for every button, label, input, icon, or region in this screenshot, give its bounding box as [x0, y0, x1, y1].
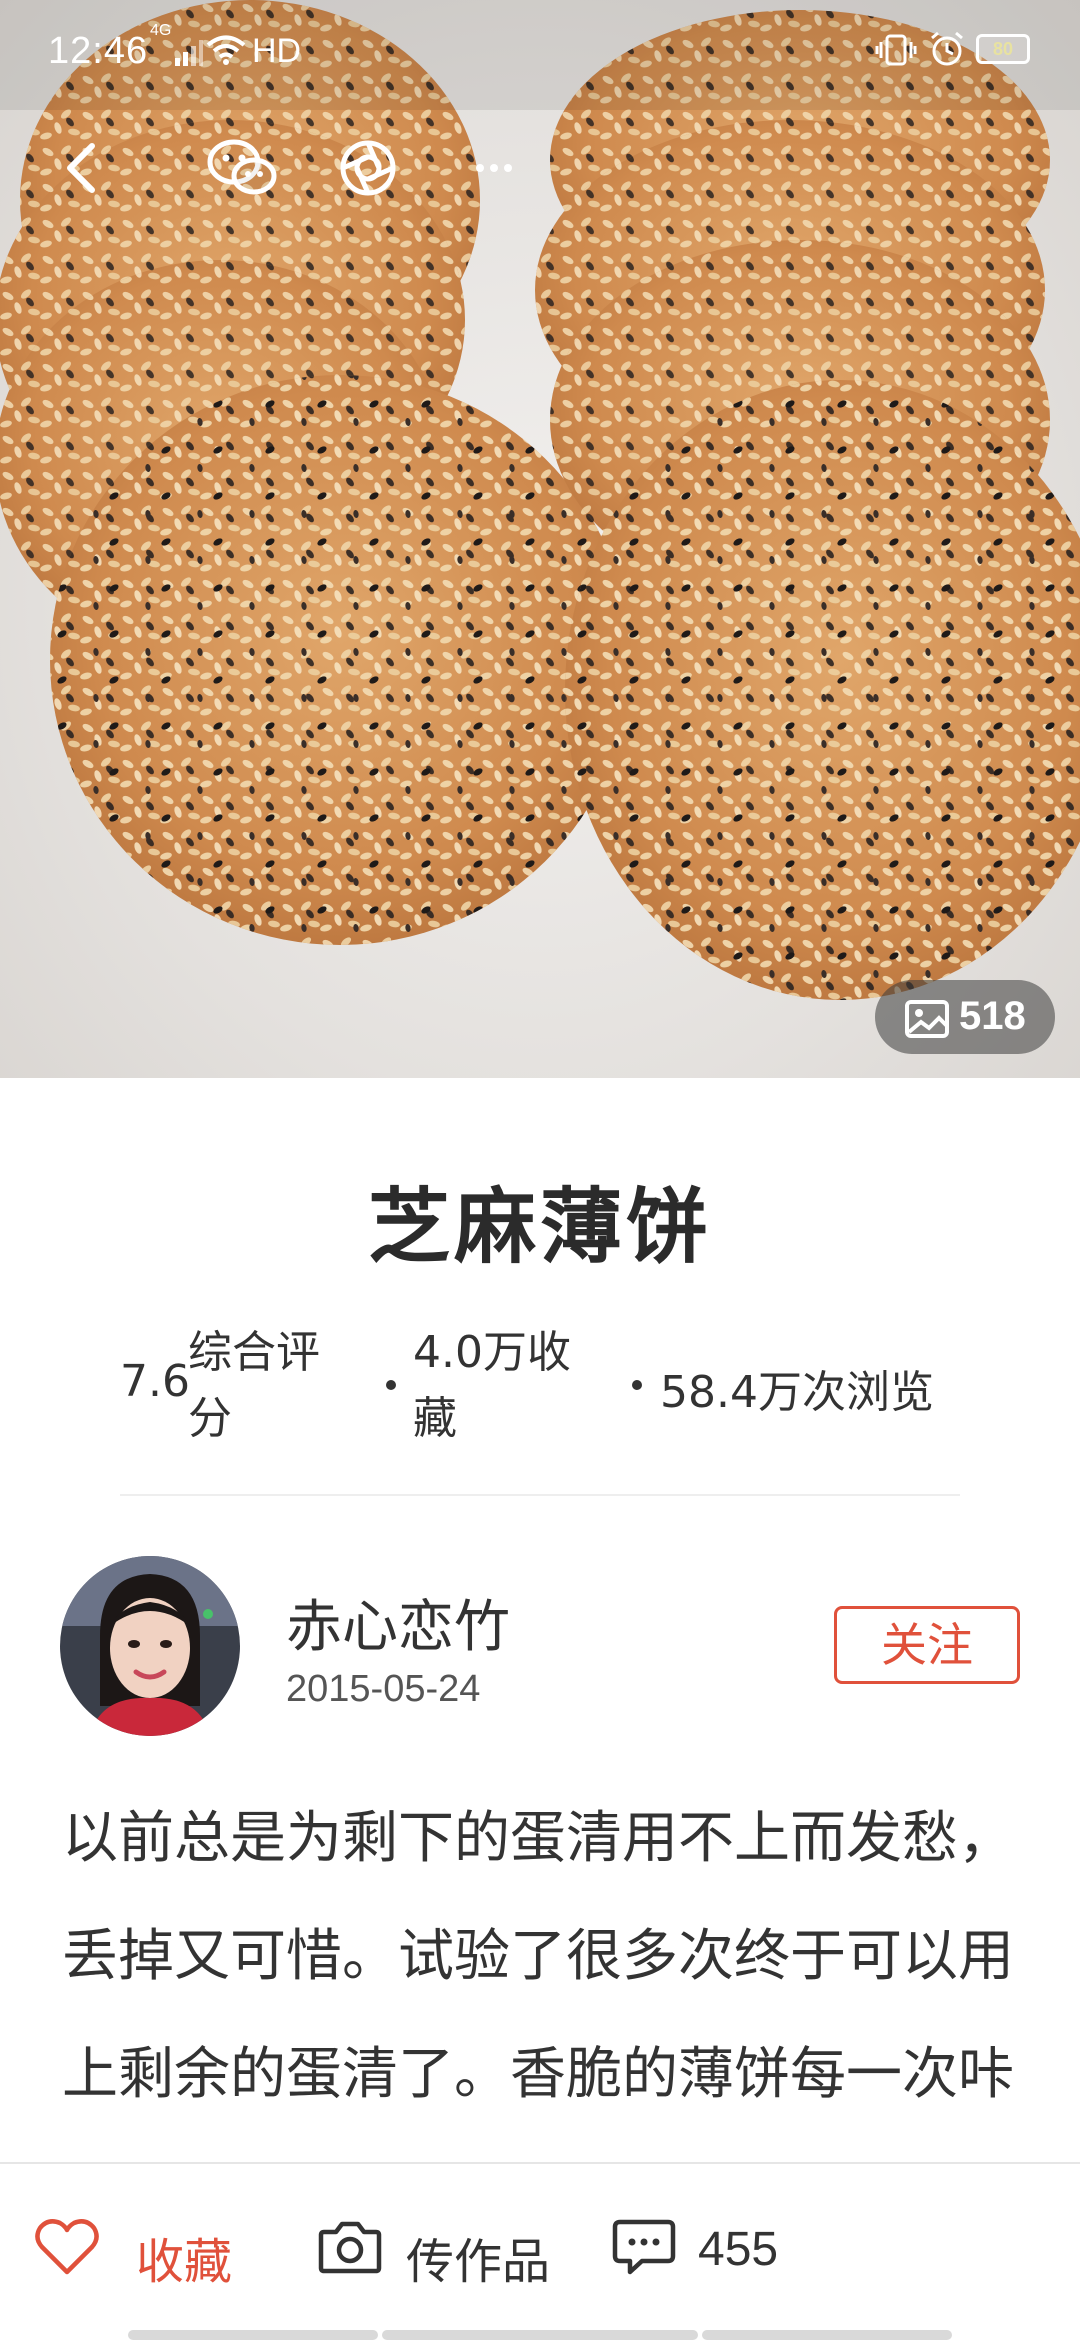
nav-indicator — [702, 2330, 952, 2340]
status-bar: 12:46 4G HD 80 — [0, 0, 1080, 110]
comment-icon — [612, 2219, 676, 2275]
heart-icon — [35, 2219, 99, 2275]
back-button[interactable] — [38, 124, 126, 212]
chevron-left-icon — [67, 143, 95, 193]
separator-dot — [632, 1380, 642, 1390]
favorites-count: 4.0万收藏 — [413, 1327, 571, 1444]
rating-value: 7.6 — [120, 1356, 190, 1407]
battery-level: 80 — [992, 39, 1014, 59]
hd-indicator: HD — [252, 32, 302, 70]
divider — [120, 1494, 960, 1496]
author-name[interactable]: 赤心恋竹 — [286, 1582, 510, 1663]
views-count: 58.4万次浏览 — [660, 1367, 934, 1418]
recipe-hero-image[interactable]: 12:46 4G HD 80 518 — [0, 0, 1080, 1078]
moments-icon — [340, 140, 396, 196]
sesame-crisps-photo — [0, 0, 1080, 1000]
alarm-icon — [931, 31, 963, 66]
more-icon — [476, 164, 512, 172]
share-wechat-button[interactable] — [198, 124, 286, 212]
recipe-title: 芝麻薄饼 — [367, 1180, 712, 1275]
recipe-description: 以前总是为剩下的蛋清用不上而发愁，丢掉又可惜。试验了很多次终于可以用上剩余的蛋清… — [62, 1806, 1014, 2107]
signal-icon — [175, 40, 203, 66]
rating-label: 综合评分 — [188, 1327, 320, 1444]
upload-work-label: 传作品 — [406, 2234, 551, 2290]
nav-indicator — [128, 2330, 378, 2340]
recipe-stats: 7.6 综合评分 4.0万收藏 58.4万次浏览 — [120, 1320, 960, 1450]
vibrate-icon — [875, 34, 917, 66]
comment-count: 455 — [698, 2223, 779, 2276]
nav-indicator — [382, 2330, 698, 2340]
wifi-icon — [206, 35, 246, 65]
status-time: 12:46 — [48, 30, 149, 72]
image-icon — [905, 1000, 949, 1038]
battery-icon: 80 — [976, 34, 1030, 64]
photo-count: 518 — [959, 994, 1026, 1038]
author-avatar[interactable] — [60, 1556, 240, 1736]
photo-count-badge[interactable]: 518 — [875, 980, 1055, 1054]
follow-button[interactable]: 关注 — [834, 1606, 1020, 1684]
network-type: 4G — [150, 22, 172, 39]
wechat-icon — [207, 139, 277, 195]
share-moments-button[interactable] — [324, 124, 412, 212]
avatar-image — [60, 1556, 240, 1736]
favorite-label: 收藏 — [136, 2234, 233, 2290]
more-options-button[interactable] — [450, 124, 538, 212]
separator-dot — [386, 1380, 396, 1390]
publish-date: 2015-05-24 — [286, 1668, 481, 1710]
bottom-action-bar: 收藏 传作品 455 — [0, 2162, 1080, 2342]
camera-icon — [318, 2221, 382, 2274]
